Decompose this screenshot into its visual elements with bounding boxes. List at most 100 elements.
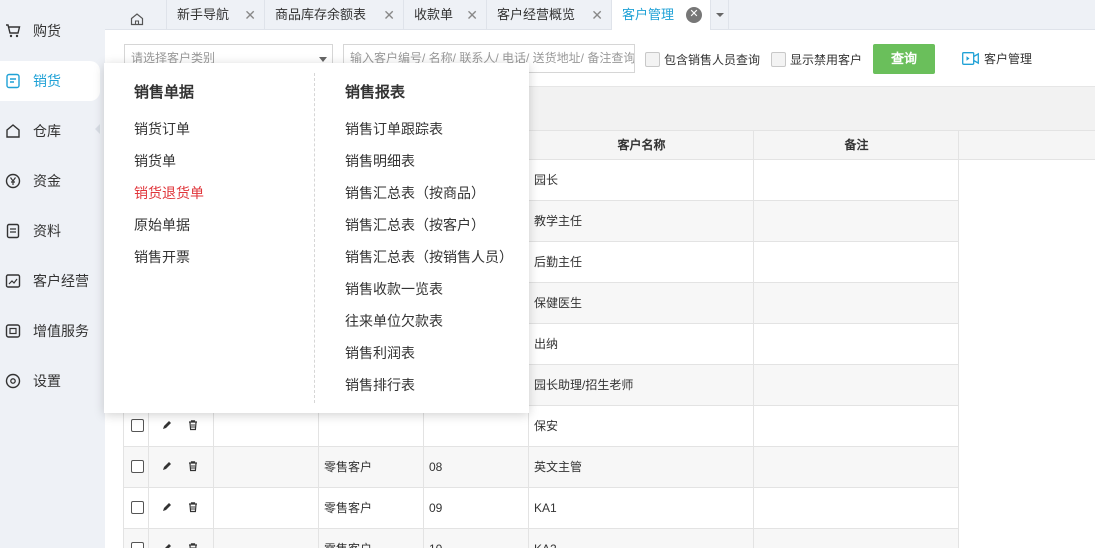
- menu-item-sales-detail[interactable]: 销售明细表: [345, 151, 415, 171]
- menu-item-order-tracking[interactable]: 销售订单跟踪表: [345, 119, 443, 139]
- menu-section-title: 销售报表: [345, 84, 406, 101]
- sidebar-item-warehouse[interactable]: 仓库: [0, 111, 100, 151]
- customer-manage-link[interactable]: 客户管理: [962, 50, 1032, 67]
- customer-manage-label: 客户管理: [984, 52, 1033, 66]
- sidebar-item-sales[interactable]: 销货: [0, 61, 100, 101]
- trash-icon[interactable]: [187, 460, 199, 474]
- close-icon[interactable]: ✕: [686, 7, 702, 23]
- tab-label: 商品库存余额表: [275, 7, 367, 22]
- menu-item-original-bill[interactable]: 原始单据: [134, 215, 190, 235]
- close-icon[interactable]: ✕: [383, 0, 395, 30]
- header-customer-name: 客户名称: [617, 138, 666, 152]
- edit-icon[interactable]: [161, 460, 173, 474]
- chevron-down-icon: [716, 13, 724, 17]
- box-icon: [5, 323, 21, 339]
- cell-customer-name: 保安: [534, 419, 559, 433]
- tab-label: 客户管理: [622, 7, 675, 22]
- col-divider: [958, 130, 959, 548]
- tab-label: 新手导航: [177, 7, 230, 22]
- header-note: 备注: [844, 138, 869, 152]
- menu-section-title: 销售单据: [134, 84, 195, 101]
- sidebar-item-label: 资料: [33, 223, 61, 239]
- cell-customer-name: 出纳: [534, 337, 559, 351]
- menu-item-sales-bill[interactable]: 销货单: [134, 151, 176, 171]
- menu-item-sales-return[interactable]: 销货退货单: [134, 183, 204, 203]
- trash-icon[interactable]: [187, 501, 199, 515]
- chevron-down-icon: [319, 57, 327, 62]
- cell-customer-name: 英文主管: [534, 460, 583, 474]
- tab-more-dropdown[interactable]: [711, 0, 729, 30]
- cell-customer-code: 09: [429, 501, 443, 515]
- close-icon[interactable]: ✕: [466, 0, 478, 30]
- row-checkbox[interactable]: [131, 501, 144, 514]
- checkbox-box[interactable]: [771, 52, 786, 67]
- sidebar-item-customer-ops[interactable]: 客户经营: [0, 261, 100, 301]
- sidebar-item-value-added[interactable]: 增值服务: [0, 311, 100, 351]
- menu-divider: [314, 73, 315, 403]
- tab-guide[interactable]: 新手导航 ✕: [167, 0, 265, 30]
- sidebar-item-label: 客户经营: [33, 273, 89, 289]
- table-row[interactable]: 零售客户 10 KA2: [123, 529, 959, 548]
- checkbox-label: 包含销售人员查询: [664, 53, 761, 67]
- col-divider: [753, 130, 754, 548]
- cell-customer-name: 保健医生: [534, 296, 583, 310]
- sidebar: 购货 销货 仓库 资金 资料 客户经营 增值服务 设置: [0, 0, 105, 548]
- tab-receipt[interactable]: 收款单 ✕: [404, 0, 487, 30]
- tab-home[interactable]: [105, 0, 167, 30]
- cell-customer-name: 园长助理/招生老师: [534, 378, 634, 392]
- row-checkbox[interactable]: [131, 419, 144, 432]
- sidebar-item-label: 增值服务: [33, 323, 89, 339]
- trash-icon[interactable]: [187, 542, 199, 548]
- include-sales-checkbox[interactable]: 包含销售人员查询: [645, 51, 760, 68]
- row-checkbox[interactable]: [131, 542, 144, 548]
- tab-label: 客户经营概览: [497, 7, 576, 22]
- menu-item-summary-by-customer[interactable]: 销售汇总表（按客户）: [345, 215, 485, 235]
- query-button[interactable]: 查询: [873, 44, 935, 74]
- yen-icon: [5, 173, 21, 189]
- row-checkbox[interactable]: [131, 460, 144, 473]
- table-row[interactable]: 零售客户 08 英文主管: [123, 447, 959, 488]
- checkbox-label: 显示禁用客户: [790, 53, 863, 67]
- sidebar-item-label: 仓库: [33, 123, 61, 139]
- file-icon: [5, 223, 21, 239]
- trash-icon[interactable]: [187, 419, 199, 433]
- menu-item-profit[interactable]: 销售利润表: [345, 343, 415, 363]
- cell-customer-name: KA1: [534, 501, 557, 515]
- tab-bar: 新手导航 ✕ 商品库存余额表 ✕ 收款单 ✕ 客户经营概览 ✕ 客户管理 ✕: [105, 0, 1095, 31]
- sidebar-item-data[interactable]: 资料: [0, 211, 100, 251]
- menu-item-summary-by-product[interactable]: 销售汇总表（按商品）: [345, 183, 485, 203]
- sidebar-item-settings[interactable]: 设置: [0, 361, 100, 401]
- cell-customer-name: KA2: [528, 529, 557, 548]
- menu-item-summary-by-salesperson[interactable]: 销售汇总表（按销售人员）: [345, 247, 513, 267]
- close-icon[interactable]: ✕: [244, 0, 256, 30]
- edit-icon[interactable]: [161, 501, 173, 515]
- tab-customer-overview[interactable]: 客户经营概览 ✕: [487, 0, 612, 30]
- cell-customer-name: 后勤主任: [534, 255, 583, 269]
- sidebar-item-label: 资金: [33, 173, 61, 189]
- cell-customer-code: 08: [429, 460, 443, 474]
- cell-customer-type: 零售客户: [318, 529, 372, 548]
- cell-customer-name: 园长: [534, 173, 559, 187]
- menu-item-sales-invoice[interactable]: 销售开票: [134, 247, 190, 267]
- cell-customer-type: 零售客户: [324, 460, 373, 474]
- tab-customer-manage[interactable]: 客户管理 ✕: [612, 0, 711, 31]
- menu-item-ranking[interactable]: 销售排行表: [345, 375, 415, 395]
- checkbox-box[interactable]: [645, 52, 660, 67]
- tab-label: 收款单: [414, 7, 454, 22]
- menu-item-arrears[interactable]: 往来单位欠款表: [345, 311, 443, 331]
- chart-icon: [5, 273, 21, 289]
- home-icon: [5, 123, 21, 139]
- edit-icon[interactable]: [161, 419, 173, 433]
- tab-stock-balance[interactable]: 商品库存余额表 ✕: [265, 0, 404, 30]
- table-row[interactable]: 零售客户 09 KA1: [123, 488, 959, 529]
- show-disabled-checkbox[interactable]: 显示禁用客户: [771, 51, 862, 68]
- menu-item-receipt-overview[interactable]: 销售收款一览表: [345, 279, 443, 299]
- close-icon[interactable]: ✕: [591, 0, 603, 30]
- document-icon: [5, 73, 21, 89]
- sidebar-item-purchase[interactable]: 购货: [0, 11, 100, 51]
- sidebar-item-funds[interactable]: 资金: [0, 161, 100, 201]
- menu-item-sales-order[interactable]: 销货订单: [134, 119, 190, 139]
- sidebar-item-label: 购货: [33, 23, 61, 39]
- cart-icon: [5, 23, 21, 39]
- edit-icon[interactable]: [161, 542, 173, 548]
